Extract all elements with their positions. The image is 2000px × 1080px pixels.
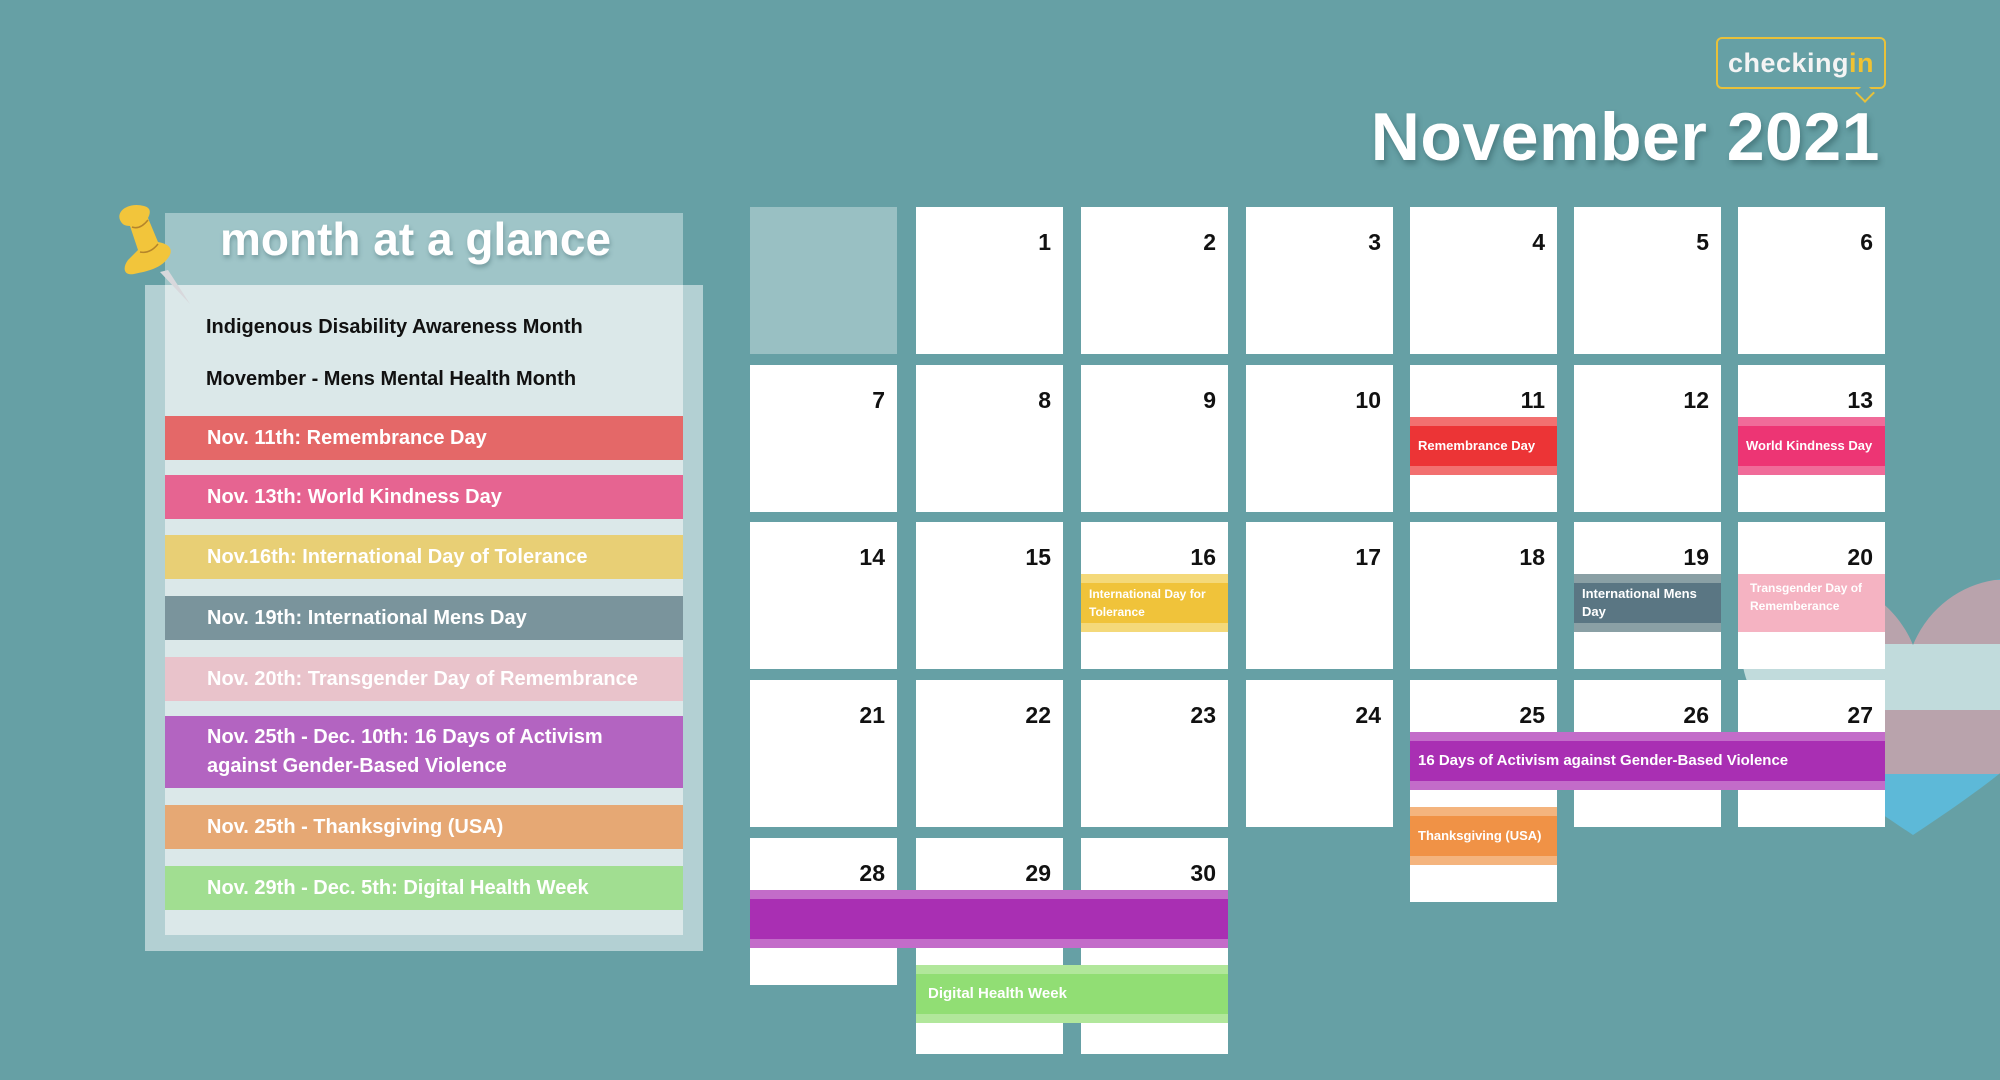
calendar-event[interactable]: [750, 890, 1228, 948]
logo-text-accent: in: [1849, 47, 1875, 78]
glance-event-item: Nov. 25th - Dec. 10th: 16 Days of Activi…: [165, 716, 683, 788]
day-number: 29: [1025, 860, 1051, 886]
glance-event-item: Nov. 25th - Thanksgiving (USA): [165, 805, 683, 849]
day-number: 19: [1683, 544, 1709, 570]
glance-event-label: Nov. 20th: Transgender Day of Remembranc…: [207, 667, 638, 690]
glance-event-item: Nov. 13th: World Kindness Day: [165, 475, 683, 519]
calendar-event-label: World Kindness Day: [1746, 438, 1873, 453]
calendar-event-label: 16 Days of Activism against Gender-Based…: [1418, 752, 1789, 769]
day-number: 10: [1355, 387, 1381, 413]
glance-event-label: Nov. 25th - Dec. 10th: 16 Days of Activi…: [207, 726, 603, 777]
day-number: 2: [1203, 229, 1216, 255]
glance-event-item: Nov. 20th: Transgender Day of Remembranc…: [165, 657, 683, 701]
day-number: 14: [859, 544, 885, 570]
calendar-day-6[interactable]: 6: [1738, 207, 1885, 354]
day-number: 6: [1860, 229, 1873, 255]
month-observance: Movember - Mens Mental Health Month: [206, 368, 577, 390]
glance-event-item: Nov. 11th: Remembrance Day: [165, 416, 683, 460]
calendar-event-label: Thanksgiving (USA): [1418, 828, 1542, 843]
calendar-day-18[interactable]: 18: [1410, 522, 1557, 669]
day-number: 8: [1038, 387, 1051, 413]
day-number: 11: [1520, 387, 1545, 413]
day-number: 3: [1368, 229, 1381, 255]
calendar-day-17[interactable]: 17: [1246, 522, 1393, 669]
day-number: 23: [1190, 702, 1216, 728]
calendar-day-10[interactable]: 10: [1246, 365, 1393, 512]
calendar-event[interactable]: Transgender Day of Rememberance: [1738, 574, 1885, 632]
calendar-day-9[interactable]: 9: [1081, 365, 1228, 512]
glance-event-label: Nov. 11th: Remembrance Day: [207, 426, 487, 449]
calendar-day-3[interactable]: 3: [1246, 207, 1393, 354]
glance-event-label: Nov.16th: International Day of Tolerance: [207, 545, 588, 568]
calendar-event[interactable]: International Mens Day: [1574, 574, 1721, 632]
calendar-day-15[interactable]: 15: [916, 522, 1063, 669]
day-number: 24: [1355, 702, 1381, 728]
calendar-day-12[interactable]: 12: [1574, 365, 1721, 512]
calendar-day-2[interactable]: 2: [1081, 207, 1228, 354]
day-number: 18: [1519, 544, 1545, 570]
day-number: 17: [1355, 544, 1381, 570]
calendar-event-label: International Mens Day: [1582, 586, 1697, 619]
day-number: 1: [1038, 229, 1051, 255]
day-number: 22: [1025, 702, 1051, 728]
calendar-event-label: International Day for Tolerance: [1089, 587, 1206, 619]
day-number: 27: [1847, 702, 1873, 728]
logo-text-main: checking: [1727, 47, 1850, 78]
calendar-day-5[interactable]: 5: [1574, 207, 1721, 354]
calendar-event-label: Transgender Day of Rememberance: [1750, 581, 1863, 613]
day-number: 7: [872, 387, 885, 413]
day-number: 30: [1190, 860, 1216, 886]
calendar-event[interactable]: 16 Days of Activism against Gender-Based…: [1410, 732, 1885, 790]
day-number: 16: [1190, 544, 1216, 570]
glance-event-item: Nov.16th: International Day of Tolerance: [165, 535, 683, 579]
calendar-event[interactable]: Thanksgiving (USA): [1410, 807, 1557, 865]
calendar-day-14[interactable]: 14: [750, 522, 897, 669]
calendar-day-23[interactable]: 23: [1081, 680, 1228, 827]
calendar-day-24[interactable]: 24: [1246, 680, 1393, 827]
day-number: 5: [1696, 229, 1709, 255]
calendar-day-1[interactable]: 1: [916, 207, 1063, 354]
calendar-day-22[interactable]: 22: [916, 680, 1063, 827]
glance-event-item: Nov. 29th - Dec. 5th: Digital Health Wee…: [165, 866, 683, 910]
day-number: 20: [1847, 544, 1873, 570]
day-number: 12: [1683, 387, 1709, 413]
glance-title: month at a glance: [220, 213, 612, 265]
calendar-empty-cell: [750, 207, 897, 354]
glance-event-label: Nov. 13th: World Kindness Day: [207, 485, 502, 508]
checkingin-logo: checking in: [1716, 37, 1886, 89]
calendar-day-25[interactable]: 25: [1410, 680, 1557, 902]
glance-event-label: Nov. 25th - Thanksgiving (USA): [207, 815, 504, 838]
day-number: 9: [1203, 387, 1216, 413]
calendar-event[interactable]: World Kindness Day: [1738, 417, 1885, 475]
calendar-day-4[interactable]: 4: [1410, 207, 1557, 354]
calendar-event-label: Digital Health Week: [928, 985, 1067, 1002]
calendar-day-8[interactable]: 8: [916, 365, 1063, 512]
day-number: 13: [1847, 387, 1873, 413]
calendar-event-label: Remembrance Day: [1418, 438, 1536, 453]
glance-event-label: Nov. 19th: International Mens Day: [207, 606, 527, 629]
day-number: 26: [1683, 702, 1709, 728]
glance-event-item: Nov. 19th: International Mens Day: [165, 596, 683, 640]
day-number: 28: [859, 860, 885, 886]
pushpin-icon: [119, 204, 190, 304]
calendar-event[interactable]: Digital Health Week: [916, 965, 1228, 1023]
day-number: 21: [859, 702, 885, 728]
day-number: 4: [1532, 229, 1545, 255]
month-observance: Indigenous Disability Awareness Month: [206, 316, 583, 338]
page-title: November 2021: [1370, 99, 1880, 175]
glance-event-label: Nov. 29th - Dec. 5th: Digital Health Wee…: [207, 876, 589, 899]
calendar-day-21[interactable]: 21: [750, 680, 897, 827]
calendar-event[interactable]: International Day for Tolerance: [1081, 574, 1228, 632]
day-number: 15: [1025, 544, 1051, 570]
calendar-day-7[interactable]: 7: [750, 365, 897, 512]
day-number: 25: [1519, 702, 1545, 728]
calendar-event[interactable]: Remembrance Day: [1410, 417, 1557, 475]
